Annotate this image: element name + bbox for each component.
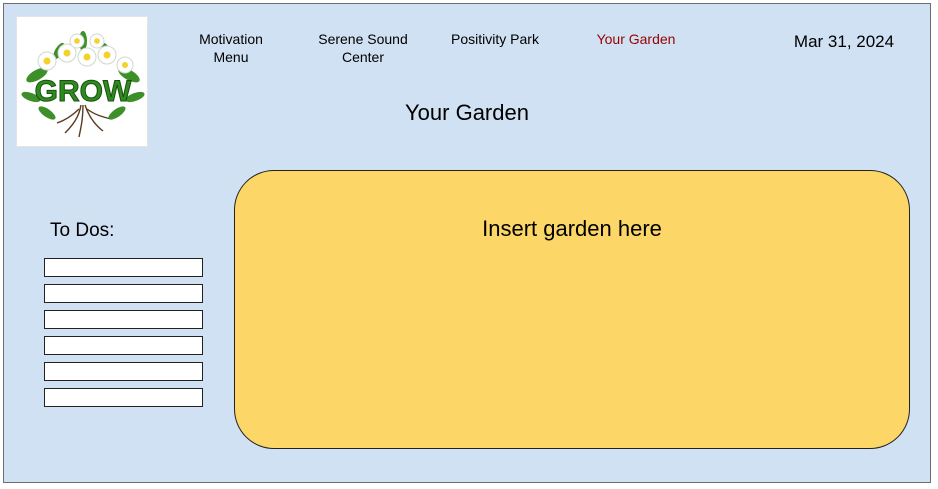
todo-list [44,258,203,414]
nav-serene-sound-center[interactable]: Serene Sound Center [308,30,418,66]
nav-motivation-menu[interactable]: Motivation Menu [189,30,273,66]
garden-area[interactable]: Insert garden here [234,170,910,449]
logo-text: GROW [35,75,132,108]
flower-bouquet-icon: GROW [21,31,145,138]
todo-input-5[interactable] [44,362,203,381]
garden-placeholder: Insert garden here [482,216,662,241]
nav-positivity-park[interactable]: Positivity Park [440,30,550,48]
todo-input-1[interactable] [44,258,203,277]
todo-input-6[interactable] [44,388,203,407]
page-title: Your Garden [405,100,529,125]
grow-logo[interactable]: GROW [16,16,148,147]
todo-input-3[interactable] [44,310,203,329]
todo-heading: To Dos: [50,220,115,241]
current-date: Mar 31, 2024 [793,32,895,51]
app-frame: GROW Motivation Menu Serene Sound Center… [3,3,931,483]
todo-input-2[interactable] [44,284,203,303]
nav-your-garden[interactable]: Your Garden [586,30,686,48]
todo-input-4[interactable] [44,336,203,355]
